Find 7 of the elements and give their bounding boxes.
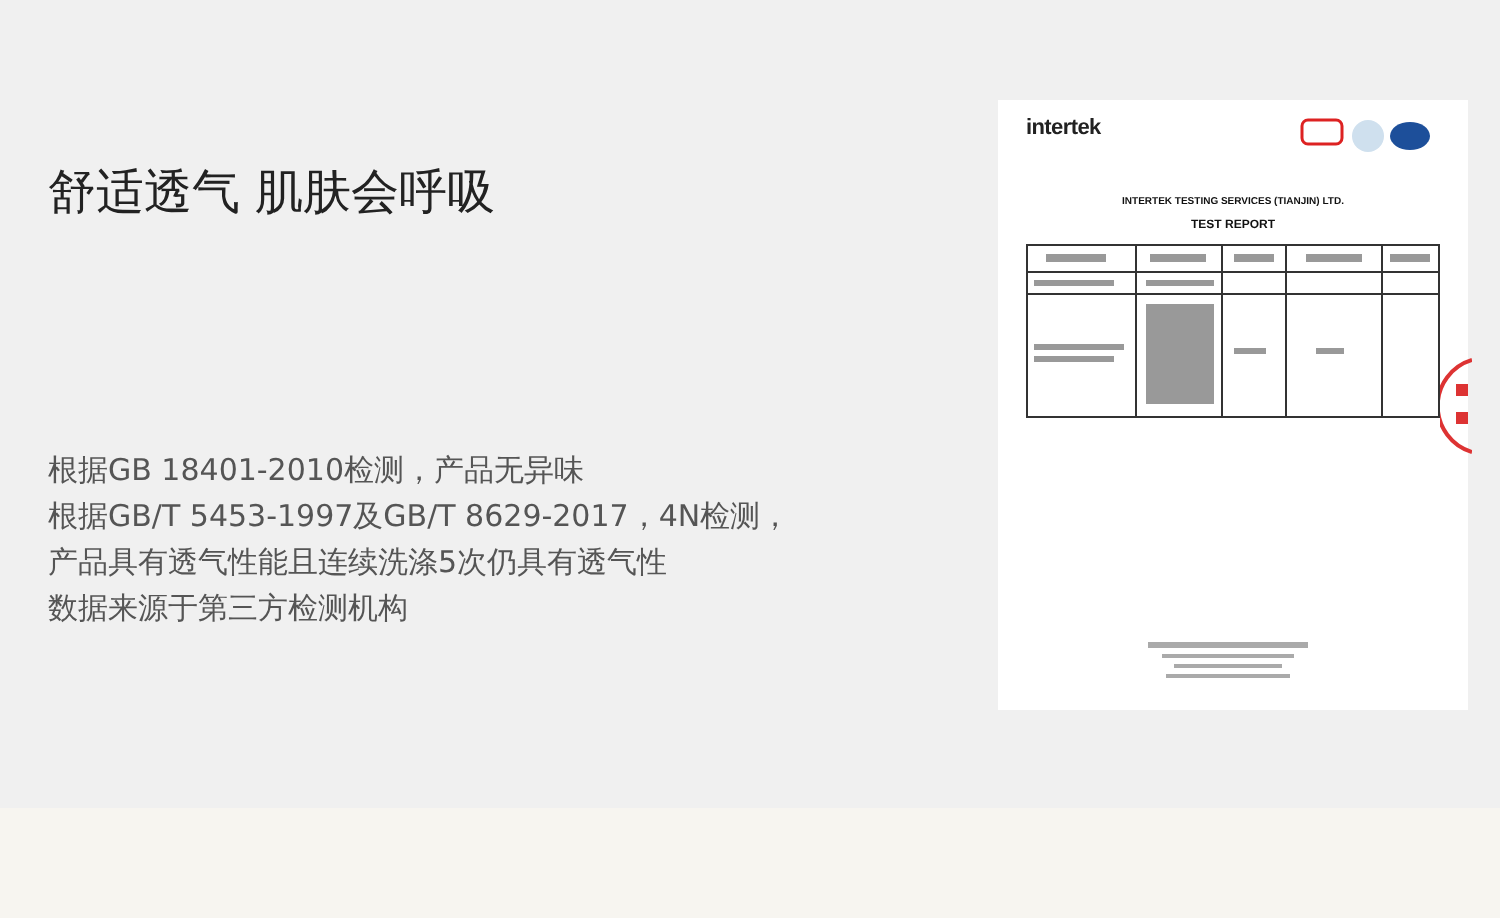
description-line: 根据GB 18401-2010检测，产品无异味 bbox=[48, 450, 586, 492]
description-line: 根据GB/T 5453-1997及GB/T 8629-2017，4N检测， bbox=[48, 496, 793, 538]
description-line: 数据来源于第三方检测机构 bbox=[48, 588, 410, 630]
stamp-icon bbox=[1440, 356, 1472, 456]
feature-title: 舒适透气 肌肤会呼吸 bbox=[48, 162, 498, 224]
description-line: 产品具有透气性能且连续洗涤5次仍具有透气性 bbox=[48, 542, 670, 584]
report-logo: intertek bbox=[1026, 116, 1101, 140]
